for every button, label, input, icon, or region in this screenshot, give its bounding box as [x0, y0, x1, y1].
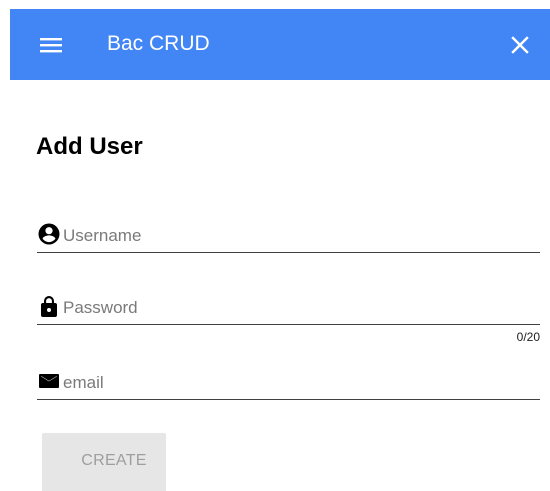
app-bar: Bac CRUD: [10, 9, 550, 80]
page: Bac CRUD Add User 0/20: [0, 0, 550, 491]
app-title: Bac CRUD: [107, 32, 210, 55]
close-icon[interactable]: [508, 33, 532, 57]
password-character-counter: 0/20: [516, 330, 540, 344]
lock-icon: [37, 294, 61, 318]
email-input[interactable]: [63, 369, 533, 397]
password-input[interactable]: [63, 294, 533, 322]
create-button[interactable]: CREATE: [42, 433, 166, 491]
mail-icon: [37, 369, 61, 393]
account-circle-icon: [37, 222, 61, 246]
username-field: [37, 218, 540, 253]
password-field: [37, 290, 540, 325]
page-title: Add User: [36, 133, 143, 160]
username-input[interactable]: [63, 222, 533, 250]
email-field: [37, 365, 540, 400]
hamburger-menu-icon[interactable]: [38, 33, 68, 57]
